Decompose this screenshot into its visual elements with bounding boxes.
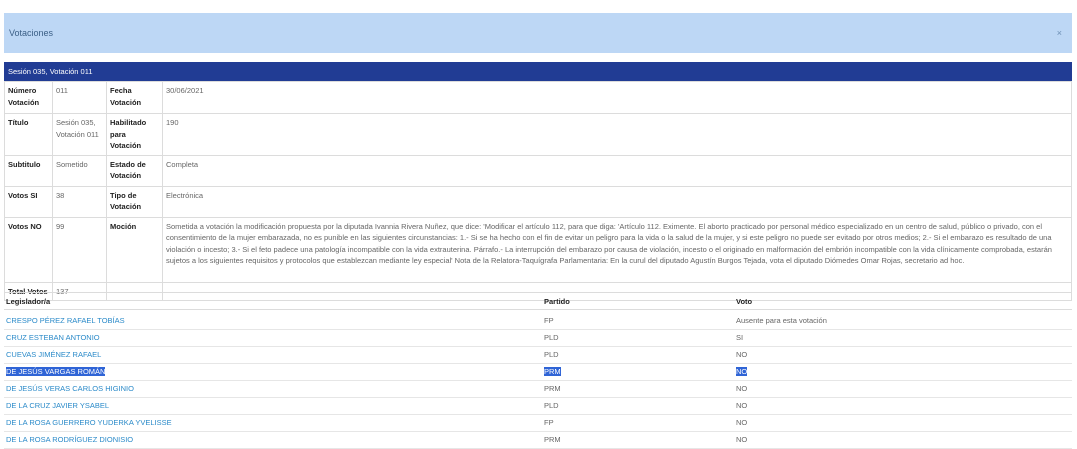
votos-no-label: Votos NO (4, 216, 53, 283)
vote-cell: SI (736, 333, 744, 342)
legislator-link[interactable]: CRESPO PÉREZ RAFAEL TOBÍAS (6, 316, 125, 325)
modal-title: Votaciones (9, 28, 54, 38)
mocion-label: Moción (106, 216, 163, 283)
table-row: CRUZ ESTEBAN ANTONIO PLD SI (4, 329, 1072, 347)
habilitado-label: Habilitado para Votación (106, 113, 163, 156)
votos-si-value: 38 (52, 185, 107, 218)
legislator-link[interactable]: DE JESÚS VARGAS ROMÁN (6, 367, 106, 376)
titulo-value: Sesión 035, Votación 011 (52, 113, 107, 156)
vote-cell: NO (736, 435, 748, 444)
subtitulo-label: Subtitulo (4, 154, 53, 187)
close-icon[interactable]: × (1057, 28, 1062, 38)
table-row: DE JESÚS VERAS CARLOS HIGINIO PRM NO (4, 380, 1072, 398)
numero-value: 011 (52, 81, 107, 114)
header-voto: Voto (736, 297, 753, 306)
party-cell: PRM (544, 367, 561, 376)
table-row-selected: DE JESÚS VARGAS ROMÁN PRM NO (4, 363, 1072, 381)
subtitulo-value: Sometido (52, 154, 107, 187)
vote-cell: NO (736, 367, 748, 376)
party-cell: PLD (544, 401, 559, 410)
modal-header: Votaciones × (4, 13, 1072, 53)
table-row: DE LA ROSA RODRÍGUEZ DIONISIO PRM NO (4, 431, 1072, 449)
header-partido: Partido (544, 297, 570, 306)
legislators-table-header: Legislador/a Partido Voto (4, 292, 1072, 310)
fecha-value: 30/06/2021 (162, 81, 1072, 114)
session-title: Sesión 035, Votación 011 (8, 67, 93, 76)
vote-cell: NO (736, 418, 748, 427)
votos-si-label: Votos SI (4, 185, 53, 218)
legislator-link[interactable]: DE LA CRUZ JAVIER YSABEL (6, 401, 109, 410)
legislator-link[interactable]: CRUZ ESTEBAN ANTONIO (6, 333, 100, 342)
numero-label: Número Votación (4, 81, 53, 114)
legislator-link[interactable]: DE LA ROSA GUERRERO YUDERKA YVELISSE (6, 418, 172, 427)
table-row: CRESPO PÉREZ RAFAEL TOBÍAS FP Ausente pa… (4, 312, 1072, 330)
legislator-link[interactable]: DE LA ROSA RODRÍGUEZ DIONISIO (6, 435, 133, 444)
party-cell: PRM (544, 384, 561, 393)
party-cell: PLD (544, 350, 559, 359)
table-row: DE LA ROSA GUERRERO YUDERKA YVELISSE FP … (4, 414, 1072, 432)
mocion-value: Sometida a votación la modificación prop… (162, 216, 1072, 283)
tipo-label: Tipo de Votación (106, 185, 163, 218)
votos-no-value: 99 (52, 216, 107, 283)
legislator-link[interactable]: CUEVAS JIMÉNEZ RAFAEL (6, 350, 101, 359)
session-header: Sesión 035, Votación 011 (4, 62, 1072, 81)
party-cell: FP (544, 418, 554, 427)
vote-cell: NO (736, 401, 748, 410)
vote-cell: Ausente para esta votación (736, 316, 827, 325)
fecha-label: Fecha Votación (106, 81, 163, 114)
table-row: CUEVAS JIMÉNEZ RAFAEL PLD NO (4, 346, 1072, 364)
vote-cell: NO (736, 384, 748, 393)
legislator-link[interactable]: DE JESÚS VERAS CARLOS HIGINIO (6, 384, 134, 393)
party-cell: PLD (544, 333, 559, 342)
estado-value: Completa (162, 154, 1072, 187)
estado-label: Estado de Votación (106, 154, 163, 187)
titulo-label: Título (4, 113, 53, 156)
habilitado-value: 190 (162, 113, 1072, 156)
tipo-value: Electrónica (162, 185, 1072, 218)
header-legislador: Legislador/a (6, 297, 51, 306)
party-cell: FP (544, 316, 554, 325)
table-row: DE LA CRUZ JAVIER YSABEL PLD NO (4, 397, 1072, 415)
party-cell: PRM (544, 435, 561, 444)
vote-details-table: Número Votación 011 Fecha Votación 30/06… (4, 81, 1072, 301)
vote-cell: NO (736, 350, 748, 359)
